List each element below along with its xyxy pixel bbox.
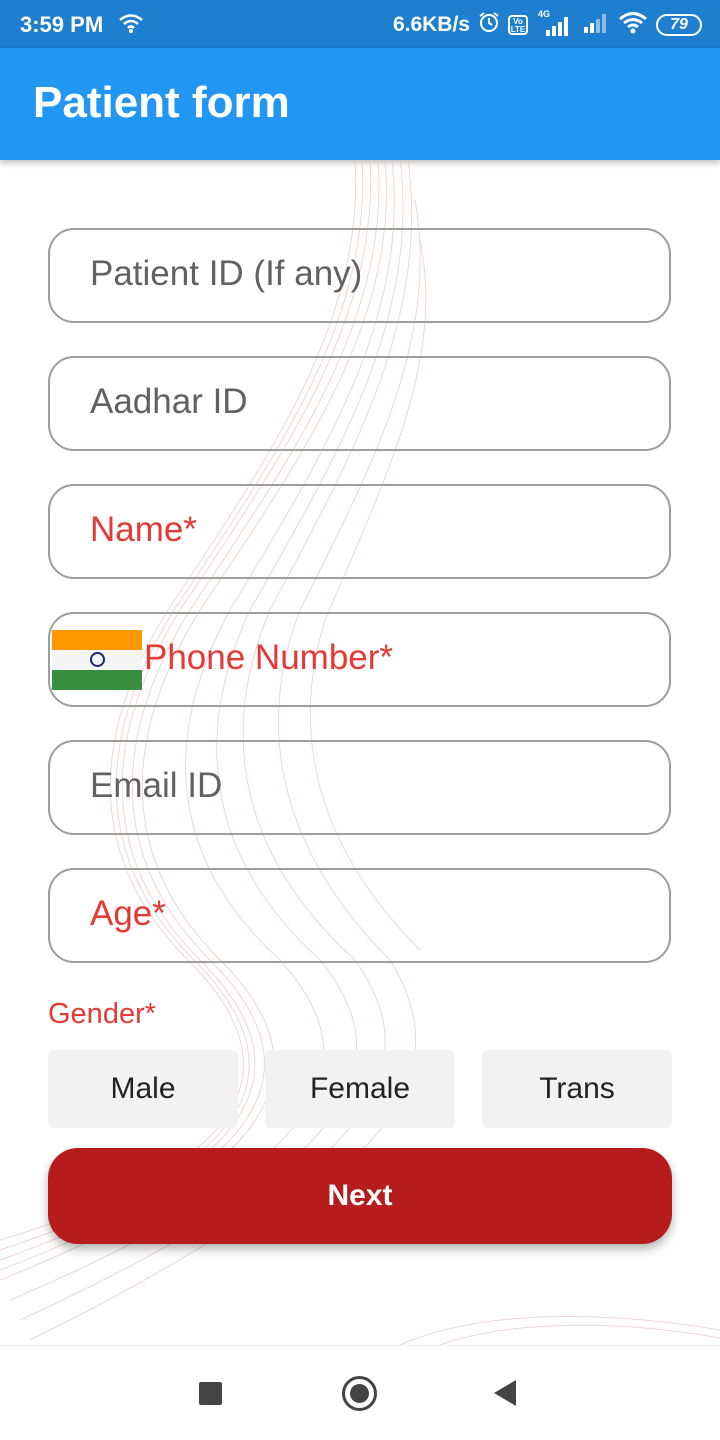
india-flag-icon[interactable] (52, 630, 142, 690)
status-time: 3:59 PM (20, 12, 104, 37)
aadhar-id-placeholder: Aadhar ID (90, 382, 248, 421)
phone-number-field[interactable]: Phone Number* (48, 612, 671, 707)
email-id-placeholder: Email ID (90, 766, 223, 805)
gender-female-button[interactable]: Female (265, 1050, 455, 1128)
volte-icon: Vo LTE (508, 15, 528, 35)
email-id-field[interactable]: Email ID (48, 740, 671, 835)
net-speed: 6.6KB/s (392, 13, 470, 36)
wifi-icon (618, 10, 648, 40)
signal-icon: 4G (536, 9, 574, 37)
name-placeholder: Name* (90, 510, 197, 549)
gender-label: Gender* (48, 998, 157, 1030)
battery-icon: 79 (656, 14, 702, 36)
gender-trans-button[interactable]: Trans (482, 1050, 672, 1128)
age-placeholder: Age* (90, 894, 166, 933)
name-field[interactable]: Name* (48, 484, 671, 579)
home-circle-icon[interactable] (342, 1376, 377, 1411)
status-bar: 3:59 PM 6.6KB/s Vo LTE 4G 79 (0, 0, 720, 48)
signal-icon (582, 10, 610, 40)
phone-number-placeholder: Phone Number* (144, 638, 394, 677)
next-button[interactable]: Next (48, 1148, 672, 1244)
recents-square-icon[interactable] (199, 1382, 222, 1405)
system-nav-bar (0, 1345, 720, 1440)
wifi-icon (118, 12, 144, 40)
app-bar: Patient form (0, 48, 720, 160)
page-title: Patient form (33, 78, 290, 127)
status-right-group: 6.6KB/s Vo LTE 4G 79 (392, 9, 702, 40)
age-field[interactable]: Age* (48, 868, 671, 963)
patient-id-field[interactable]: Patient ID (If any) (48, 228, 671, 323)
back-triangle-icon[interactable] (494, 1380, 516, 1406)
alarm-icon (478, 11, 500, 39)
gender-male-button[interactable]: Male (48, 1050, 238, 1128)
aadhar-id-field[interactable]: Aadhar ID (48, 356, 671, 451)
patient-id-placeholder: Patient ID (If any) (90, 254, 363, 293)
